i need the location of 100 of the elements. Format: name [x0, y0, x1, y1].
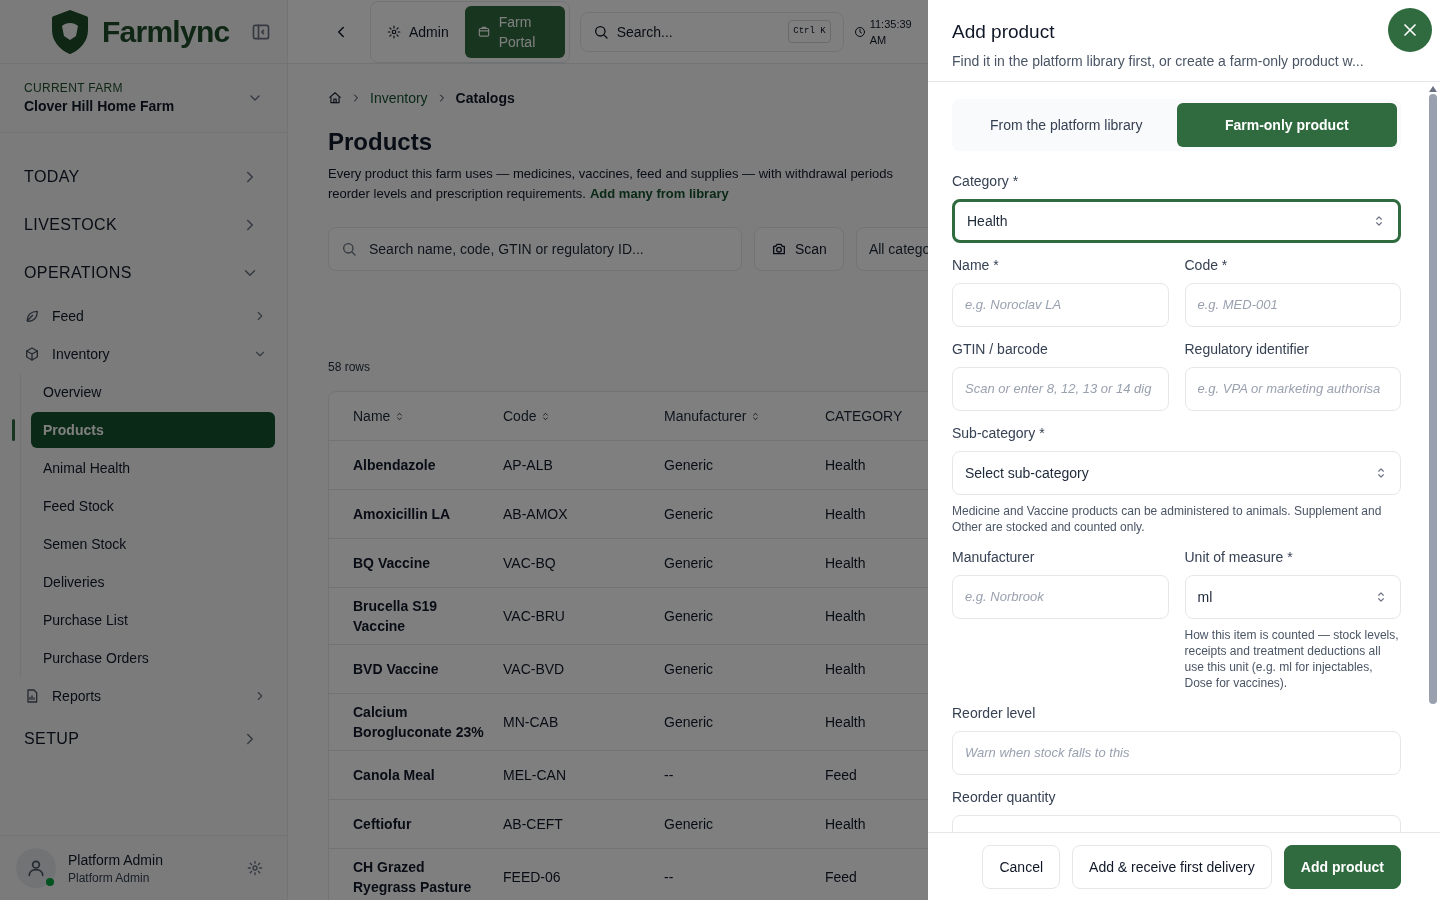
product-search-field[interactable]: Search name, code, GTIN or regulatory ID...	[328, 227, 742, 271]
table-cell-text: Amoxicillin LA	[353, 505, 452, 524]
library-link[interactable]: Add many from library	[589, 183, 729, 203]
user-icon	[26, 858, 46, 878]
input-field[interactable]: e.g. Norbrook	[952, 575, 1169, 619]
input-field[interactable]: e.g. Noroclav LA	[952, 283, 1169, 327]
input-field[interactable]: Warn when stock falls to this	[952, 731, 1401, 775]
input-field[interactable]: Scan or enter 8, 12, 13 or 14 dig	[952, 367, 1169, 411]
table-cell-text: Generic	[664, 660, 715, 679]
camera-icon	[771, 241, 787, 257]
submit-button[interactable]: Add product	[1283, 844, 1401, 889]
column-header[interactable]: Code	[503, 406, 664, 426]
table-cell-text: Canola Meal	[353, 766, 436, 785]
select-field[interactable]: Select sub-category	[952, 451, 1401, 495]
page-description: reorder levels and prescription requirements.	[328, 184, 586, 203]
secondary-button[interactable]: Add & receive first delivery	[1072, 844, 1272, 889]
portal-tab[interactable]: Farm Portal	[464, 5, 565, 58]
input-field[interactable]: e.g. MED-001	[1184, 283, 1401, 327]
logo-text: Farmlync	[102, 14, 230, 50]
table-cell-text: Health	[825, 815, 867, 834]
table-cell-text: BQ Vaccine	[353, 554, 432, 573]
column-header: CATEGORY	[825, 407, 904, 426]
nav-subitem[interactable]: Animal Health	[31, 450, 275, 486]
table-cell-text: Generic	[664, 815, 715, 834]
table-cell-text: --	[664, 766, 675, 785]
select-field[interactable]: ml	[1184, 575, 1401, 619]
breadcrumb-link[interactable]: Inventory	[370, 88, 428, 108]
user-role: Platform Admin	[68, 870, 151, 886]
table-cell-text: FEED-06	[503, 868, 562, 887]
table-cell-text: MN-CAB	[503, 713, 560, 732]
breadcrumb-current: Catalogs	[455, 89, 515, 108]
shortcut-hint: Ctrl K	[788, 19, 831, 44]
table-cell-text: Health	[825, 456, 867, 475]
field-label: Unit of measure *	[1184, 548, 1294, 567]
farm-selector-label: CURRENT FARM	[24, 80, 124, 96]
mode-tab[interactable]: Farm-only product	[1176, 103, 1397, 147]
panel-subtitle: Find it in the platform library first, or create a farm-only product w...	[952, 51, 1365, 71]
table-cell-text: Feed	[825, 868, 858, 887]
nav-subitem[interactable]: Deliveries	[31, 564, 275, 600]
table-cell-text: Generic	[664, 713, 715, 732]
clock-time: 11:35:39 AM	[869, 16, 913, 48]
page-title: Products	[328, 127, 432, 157]
field-label: Reorder quantity	[952, 788, 1057, 807]
table-cell-text: CH Grazed Ryegrass Pasture	[353, 858, 473, 897]
nav-subitem[interactable]: Purchase List	[31, 602, 275, 638]
field-label: Manufacturer	[952, 548, 1036, 567]
active-indicator	[12, 419, 15, 441]
nav-section[interactable]: OPERATIONS	[0, 249, 287, 297]
search-icon	[341, 241, 357, 257]
table-cell-text: AB-CEFT	[503, 815, 564, 834]
secondary-button[interactable]: Cancel	[982, 844, 1061, 889]
gear-icon	[387, 24, 401, 39]
table-cell-text: AB-AMOX	[503, 505, 569, 524]
row-count: 58 rows	[328, 359, 372, 375]
table-cell-text: --	[664, 868, 675, 887]
table-cell-text: Generic	[664, 456, 715, 475]
store-icon	[476, 24, 491, 39]
field-label: Regulatory identifier	[1184, 340, 1310, 359]
nav-item[interactable]: Reports	[0, 677, 287, 715]
nav-subitem[interactable]: Purchase Orders	[31, 640, 275, 676]
table-cell-text: Health	[825, 607, 867, 626]
scan-button[interactable]: Scan	[754, 227, 844, 271]
table-cell-text: Calcium Borogluconate 23%	[353, 703, 485, 742]
leaf-icon	[24, 308, 40, 324]
search-icon	[592, 23, 609, 40]
select-field[interactable]: Health	[952, 199, 1401, 243]
nav-section[interactable]: TODAY	[0, 153, 287, 201]
column-header[interactable]: Name	[353, 406, 503, 426]
table-cell-text: Generic	[664, 505, 715, 524]
settings-button[interactable]	[247, 860, 263, 876]
clock-icon	[853, 25, 866, 38]
nav-subitem[interactable]: Feed Stock	[31, 488, 275, 524]
nav-section[interactable]: LIVESTOCK	[0, 201, 287, 249]
box-icon	[24, 346, 40, 362]
table-cell-text: Brucella S19 Vaccine	[353, 597, 439, 636]
table-cell-text: Feed	[825, 766, 858, 785]
table-cell-text: Ceftiofur	[353, 815, 413, 834]
nav-item[interactable]: Inventory	[0, 335, 287, 373]
nav-section[interactable]: SETUP	[0, 715, 287, 763]
mode-tab[interactable]: From the platform library	[956, 103, 1177, 147]
document-icon	[24, 688, 40, 704]
global-search-field[interactable]: Search... Ctrl K	[579, 11, 844, 52]
nav-item[interactable]: Feed	[0, 297, 287, 335]
page-description: Every product this farm uses — medicines, vaccines, feed and supplies — with withdrawal periods	[328, 165, 894, 183]
table-cell-text: VAC-BRU	[503, 607, 566, 626]
table-cell-text: Albendazole	[353, 456, 437, 475]
column-header[interactable]: Manufacturer	[664, 406, 825, 426]
nav-subitem[interactable]: Overview	[31, 374, 275, 410]
table-cell-text: Health	[825, 505, 867, 524]
field-label: Reorder level	[952, 704, 1037, 723]
nav-subitem[interactable]: Products	[31, 412, 275, 448]
field-label: Category *	[952, 172, 1020, 191]
input-field[interactable]: e.g. VPA or marketing authorisa	[1184, 367, 1401, 411]
settings-icon	[247, 860, 263, 876]
field-label: GTIN / barcode	[952, 340, 1049, 359]
portal-tab[interactable]: Admin	[375, 5, 461, 58]
close-button[interactable]	[1388, 8, 1432, 52]
nav-subitem[interactable]: Semen Stock	[31, 526, 275, 562]
farm-selector[interactable]: CURRENT FARM Clover Hill Home Farm	[0, 64, 287, 133]
table-cell-text: Health	[825, 554, 867, 573]
